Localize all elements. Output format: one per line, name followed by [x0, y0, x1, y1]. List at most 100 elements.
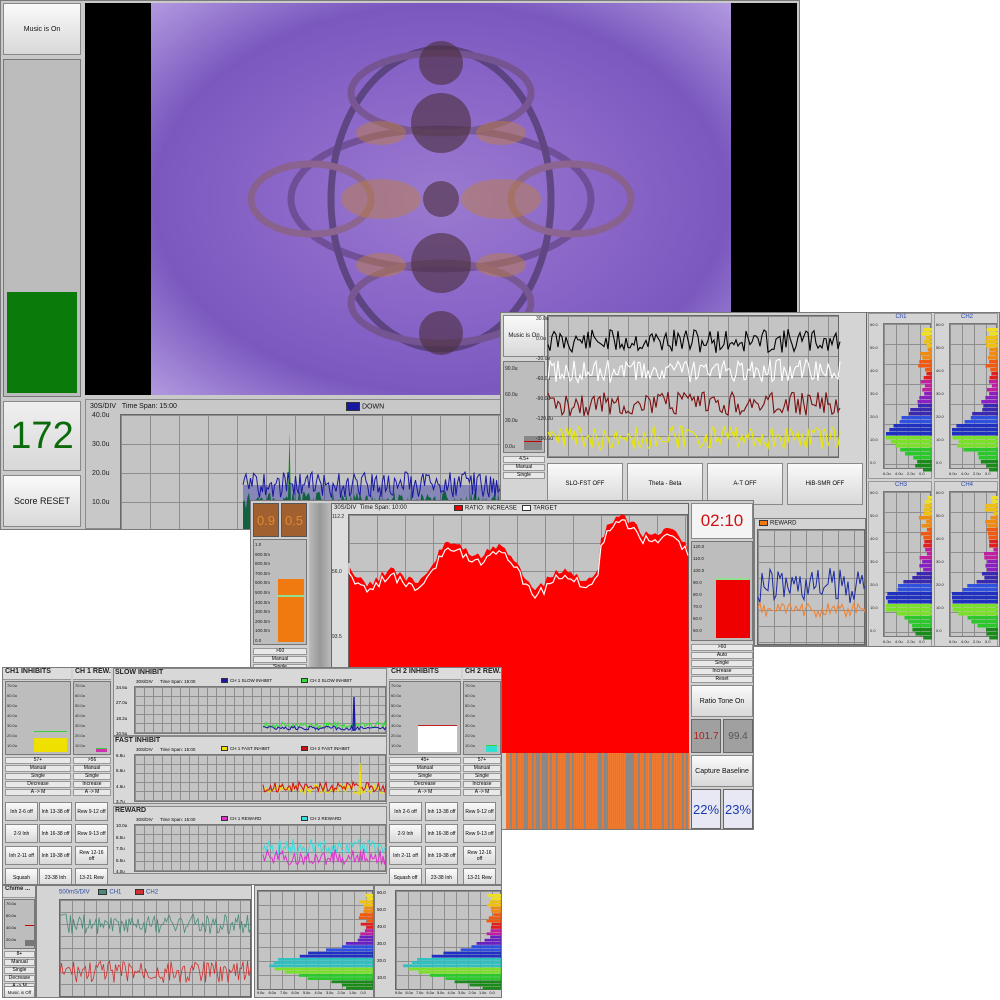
band-button[interactable]: 13-21 Rew	[463, 868, 496, 884]
spectrum-y-tick: 50.0	[936, 345, 944, 350]
gauge-tick: 20.0u	[465, 733, 476, 738]
spectrum-y-tick: 30.0	[870, 391, 878, 396]
spectrum-bar	[926, 344, 932, 348]
ratio-left-label[interactable]: >60	[253, 648, 307, 655]
band-button[interactable]: Inh 13-38 off	[39, 802, 72, 821]
ch2-inhibits-title: CH 2 INHIBITS	[389, 668, 461, 680]
band-button[interactable]: Inh 19-38 off	[425, 846, 458, 865]
spectrum-bar	[454, 980, 501, 984]
music-off-button[interactable]: Music is Off	[4, 986, 35, 997]
gauge-label[interactable]: Decrease	[389, 781, 461, 788]
spectrum-y-tick: 60.0	[870, 322, 878, 327]
spectrum-y-tick: 30.0	[936, 391, 944, 396]
band-button[interactable]: Rew 9-13 off	[75, 824, 108, 843]
gauge-label[interactable]: Manual	[389, 765, 461, 772]
gauge-label[interactable]: A -> M	[73, 789, 111, 796]
spectrum-bar	[926, 372, 932, 376]
inhibit-gauge: 70.0u 60.0u 50.0u 40.0u 30.0u 20.0u 10.0u	[73, 681, 111, 755]
gauge-label[interactable]: Increase	[463, 781, 501, 788]
score-reset-button[interactable]: Score RESET	[3, 475, 81, 527]
protocol-button[interactable]: SLO-FST OFF	[547, 463, 623, 505]
band-button[interactable]: Rew 9-12 off	[75, 802, 108, 821]
chime-label[interactable]: Single	[4, 967, 35, 974]
band-button[interactable]: Squash	[5, 868, 38, 884]
band-button[interactable]: Rew 12-16 off	[463, 846, 496, 865]
gauge-label[interactable]: A -> M	[389, 789, 461, 796]
chime-label[interactable]: Decrease	[4, 975, 35, 982]
band-button[interactable]: 2-9 Inh	[389, 824, 422, 843]
spectrum-bar	[989, 392, 998, 396]
score-level-fill	[7, 292, 77, 393]
band-button[interactable]: Inh 2-11 off	[5, 846, 38, 865]
spec-x-tick: 5.0u	[303, 991, 311, 995]
spec-y-tick: 10.0	[377, 975, 386, 980]
ratio-tone-button[interactable]: Ratio Tone On	[691, 685, 753, 717]
band-button[interactable]: Inh 19-38 off	[39, 846, 72, 865]
spectrum-bar	[923, 328, 932, 332]
spectrum-bar	[952, 600, 998, 604]
band-button[interactable]: 13-21 Rew	[75, 868, 108, 884]
ratio-right-label[interactable]: Increase	[691, 668, 753, 675]
reward-burst	[648, 753, 650, 829]
chime-label[interactable]: Manual	[4, 959, 35, 966]
spectrum-bar	[924, 504, 932, 508]
gauge-label[interactable]: Single	[463, 773, 501, 780]
chime-tick: 70.0u	[6, 901, 17, 906]
band-button[interactable]: 23-38 Inh	[425, 868, 458, 884]
eeg-bar-label[interactable]: 4.5+	[503, 456, 545, 463]
band-button[interactable]: Inh 2-11 off	[389, 846, 422, 865]
ratio-right-label[interactable]: Reset	[691, 676, 753, 683]
protocol-button[interactable]: HiB-SMR OFF	[787, 463, 863, 505]
spec-y-tick: 20.0	[377, 958, 386, 963]
gauge-label[interactable]: Single	[389, 773, 461, 780]
gauge-tick: 70.0u	[75, 683, 86, 688]
ratio-right-label[interactable]: Single	[691, 660, 753, 667]
gauge-label[interactable]: 57+	[5, 757, 71, 764]
eeg-bar-label[interactable]: Single	[503, 472, 545, 479]
chime-label[interactable]: 8+	[4, 951, 35, 958]
ratio-left-label[interactable]: Manual	[253, 656, 307, 663]
band-button[interactable]: Inh 16-38 off	[425, 824, 458, 843]
gauge-label[interactable]: Single	[5, 773, 71, 780]
music-toggle-button[interactable]: Music is On	[3, 3, 81, 55]
gauge-label[interactable]: A -> M	[5, 789, 71, 796]
reward-burst	[552, 753, 554, 829]
gauge-label[interactable]: Manual	[73, 765, 111, 772]
gauge-label[interactable]: 45+	[389, 757, 461, 764]
gauge-label[interactable]: A -> M	[463, 789, 501, 796]
band-button[interactable]: Inh 2-6 off	[5, 802, 38, 821]
protocol-button[interactable]: Theta - Beta	[627, 463, 703, 505]
gauge-threshold	[486, 745, 497, 746]
gauge-tick: 70.0u	[465, 683, 476, 688]
spectrum-y-tick: 60.0	[870, 490, 878, 495]
reward-burst	[654, 753, 656, 829]
band-button[interactable]: 2-9 Inh	[5, 824, 38, 843]
reward-trend-chart	[757, 567, 865, 619]
spectrum-bar	[923, 544, 932, 548]
gauge-label[interactable]: Increase	[73, 781, 111, 788]
gauge-label[interactable]: >56	[73, 757, 111, 764]
gauge-label[interactable]: Manual	[5, 765, 71, 772]
spectrum-bar	[488, 916, 501, 920]
band-button[interactable]: 23-38 Inh	[39, 868, 72, 884]
band-button[interactable]: Inh 2-6 off	[389, 802, 422, 821]
band-button[interactable]: Inh 13-38 off	[425, 802, 458, 821]
gauge-tick: 50.0u	[465, 703, 476, 708]
spectrum-bar	[886, 596, 932, 600]
ratio-right-label[interactable]: Auto	[691, 652, 753, 659]
band-button[interactable]: Rew 12-16 off	[75, 846, 108, 865]
gauge-label[interactable]: 57+	[463, 757, 501, 764]
capture-baseline-button[interactable]: Capture Baseline	[691, 755, 753, 787]
protocol-button[interactable]: A-T OFF	[707, 463, 783, 505]
band-button[interactable]: Rew 9-13 off	[463, 824, 496, 843]
band-button[interactable]: Rew 9-12 off	[463, 802, 496, 821]
spectrum-bar	[431, 954, 501, 958]
gauge-label[interactable]: Decrease	[5, 781, 71, 788]
gauge-label[interactable]: Single	[73, 773, 111, 780]
spectrum-bar	[924, 540, 932, 544]
gauge-label[interactable]: Manual	[463, 765, 501, 772]
band-button[interactable]: Inh 16-38 off	[39, 824, 72, 843]
ratio-right-label[interactable]: >60	[691, 644, 753, 651]
band-button[interactable]: Squash off	[389, 868, 422, 884]
eeg-bar-label[interactable]: Manual	[503, 464, 545, 471]
